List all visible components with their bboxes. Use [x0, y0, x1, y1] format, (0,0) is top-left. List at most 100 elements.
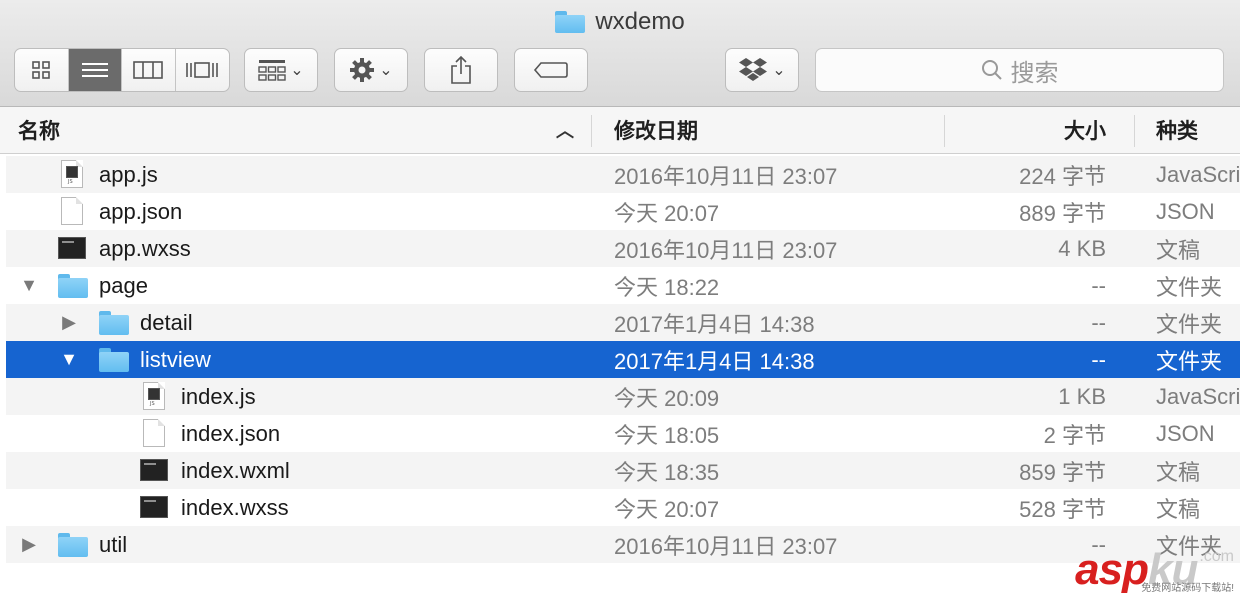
column-divider[interactable]	[944, 115, 945, 147]
view-mode-control[interactable]	[14, 48, 230, 92]
window-title-text: wxdemo	[595, 8, 685, 35]
disclosure-expanded-icon[interactable]: ▼	[58, 341, 80, 378]
file-kind: 文件夹	[1156, 348, 1223, 374]
search-icon	[981, 60, 1002, 80]
file-kind: 文件夹	[1156, 274, 1223, 300]
file-name: listview	[140, 346, 211, 372]
file-row[interactable]: ▶ util 2016年10月11日 23:07 -- 文件夹	[6, 526, 1240, 563]
file-kind: 文稿	[1156, 496, 1201, 522]
file-size: 224 字节	[1019, 163, 1106, 189]
file-kind: JSON	[1156, 198, 1215, 224]
file-size: --	[1091, 272, 1106, 298]
file-size: 528 字节	[1019, 496, 1106, 522]
column-divider[interactable]	[1134, 115, 1135, 147]
file-row[interactable]: app.wxss 2016年10月11日 23:07 4 KB 文稿	[6, 230, 1240, 267]
file-kind: JSON	[1156, 420, 1215, 446]
arrange-icon	[258, 60, 286, 81]
column-kind-header[interactable]: 种类	[1156, 107, 1198, 153]
file-size: --	[1091, 309, 1106, 335]
file-kind: JavaScript	[1156, 161, 1240, 187]
tag-icon	[533, 62, 568, 78]
js-file-icon: JS	[61, 160, 83, 188]
coverflow-view-icon	[186, 62, 219, 78]
column-divider[interactable]	[591, 115, 592, 147]
file-date-modified: 今天 18:35	[614, 459, 720, 485]
file-date-modified: 2016年10月11日 23:07	[614, 237, 838, 263]
file-list: JS app.js 2016年10月11日 23:07 224 字节 JavaScrip…	[6, 156, 1240, 563]
file-kind: 文稿	[1156, 459, 1201, 485]
file-kind: 文稿	[1156, 237, 1201, 263]
column-date-header[interactable]: 修改日期	[614, 107, 698, 153]
file-row[interactable]: ▼ listview 2017年1月4日 14:38 -- 文件夹	[6, 341, 1240, 378]
column-view-icon	[133, 61, 164, 79]
file-date-modified: 今天 20:09	[614, 385, 720, 411]
dropbox-icon	[739, 58, 768, 81]
document-icon	[61, 197, 83, 225]
search-input[interactable]: 搜索	[815, 48, 1224, 92]
folder-icon	[58, 533, 88, 557]
column-name-header[interactable]: 名称	[18, 107, 60, 153]
dropbox-button[interactable]: ⌄	[725, 48, 799, 92]
terminal-file-icon	[58, 235, 86, 259]
file-row[interactable]: JS index.js 今天 20:09 1 KB JavaScript	[6, 378, 1240, 415]
watermark-subtitle: 免费网站源码下载站!	[1141, 583, 1234, 594]
file-date-modified: 今天 20:07	[614, 496, 720, 522]
tags-button[interactable]	[514, 48, 588, 92]
column-header: 名称 ︿ 修改日期 大小 种类	[0, 107, 1240, 154]
document-icon	[143, 419, 165, 447]
chevron-down-icon: ⌄	[379, 62, 393, 79]
disclosure-collapsed-icon[interactable]: ▶	[58, 304, 80, 341]
terminal-file-icon	[140, 494, 168, 518]
chevron-down-icon: ⌄	[772, 62, 786, 79]
arrange-button[interactable]: ⌄	[244, 48, 318, 92]
action-button[interactable]: ⌄	[334, 48, 408, 92]
icon-view-button[interactable]	[15, 49, 69, 91]
file-row[interactable]: index.json 今天 18:05 2 字节 JSON	[6, 415, 1240, 452]
coverflow-view-button[interactable]	[176, 49, 230, 91]
folder-icon	[99, 348, 129, 372]
watermark-logo: asp ku .com 免费网站源码下载站!	[1075, 545, 1234, 595]
icon-view-icon	[32, 61, 51, 79]
file-date-modified: 今天 18:05	[614, 422, 720, 448]
file-name: index.wxss	[181, 494, 289, 520]
file-row[interactable]: ▼ page 今天 18:22 -- 文件夹	[6, 267, 1240, 304]
folder-icon	[58, 274, 88, 298]
file-size: 859 字节	[1019, 459, 1106, 485]
js-file-icon: JS	[143, 382, 165, 410]
file-name: index.json	[181, 420, 281, 446]
file-size: 2 字节	[1043, 422, 1106, 448]
disclosure-expanded-icon[interactable]: ▼	[18, 267, 40, 304]
file-date-modified: 2017年1月4日 14:38	[614, 311, 815, 337]
list-view-icon	[81, 63, 108, 77]
watermark-text: asp	[1075, 545, 1149, 594]
file-name: app.wxss	[99, 235, 191, 261]
chevron-down-icon: ⌄	[290, 62, 304, 79]
file-row[interactable]: JS app.js 2016年10月11日 23:07 224 字节 JavaScrip…	[6, 156, 1240, 193]
file-row[interactable]: index.wxss 今天 20:07 528 字节 文稿	[6, 489, 1240, 526]
list-view-button[interactable]	[68, 49, 122, 91]
file-name: page	[99, 272, 148, 298]
file-name: index.wxml	[181, 457, 290, 483]
file-size: 4 KB	[1058, 235, 1106, 261]
file-date-modified: 2016年10月11日 23:07	[614, 533, 838, 559]
column-view-button[interactable]	[122, 49, 176, 91]
gear-icon	[350, 58, 375, 82]
file-name: app.js	[99, 161, 158, 187]
toolbar: wxdemo ⌄ ⌄ ⌄ 搜索	[0, 0, 1240, 107]
file-kind: JavaScript	[1156, 383, 1240, 409]
column-size-header[interactable]: 大小	[1064, 107, 1106, 153]
file-kind: 文件夹	[1156, 311, 1223, 337]
window-title: wxdemo	[0, 6, 1240, 38]
file-row[interactable]: ▶ detail 2017年1月4日 14:38 -- 文件夹	[6, 304, 1240, 341]
file-row[interactable]: index.wxml 今天 18:35 859 字节 文稿	[6, 452, 1240, 489]
folder-icon	[99, 311, 129, 335]
file-date-modified: 2017年1月4日 14:38	[614, 348, 815, 374]
disclosure-collapsed-icon[interactable]: ▶	[18, 526, 40, 563]
file-row[interactable]: app.json 今天 20:07 889 字节 JSON	[6, 193, 1240, 230]
terminal-file-icon	[140, 457, 168, 481]
sort-ascending-icon[interactable]: ︿	[556, 107, 574, 153]
share-button[interactable]	[424, 48, 498, 92]
